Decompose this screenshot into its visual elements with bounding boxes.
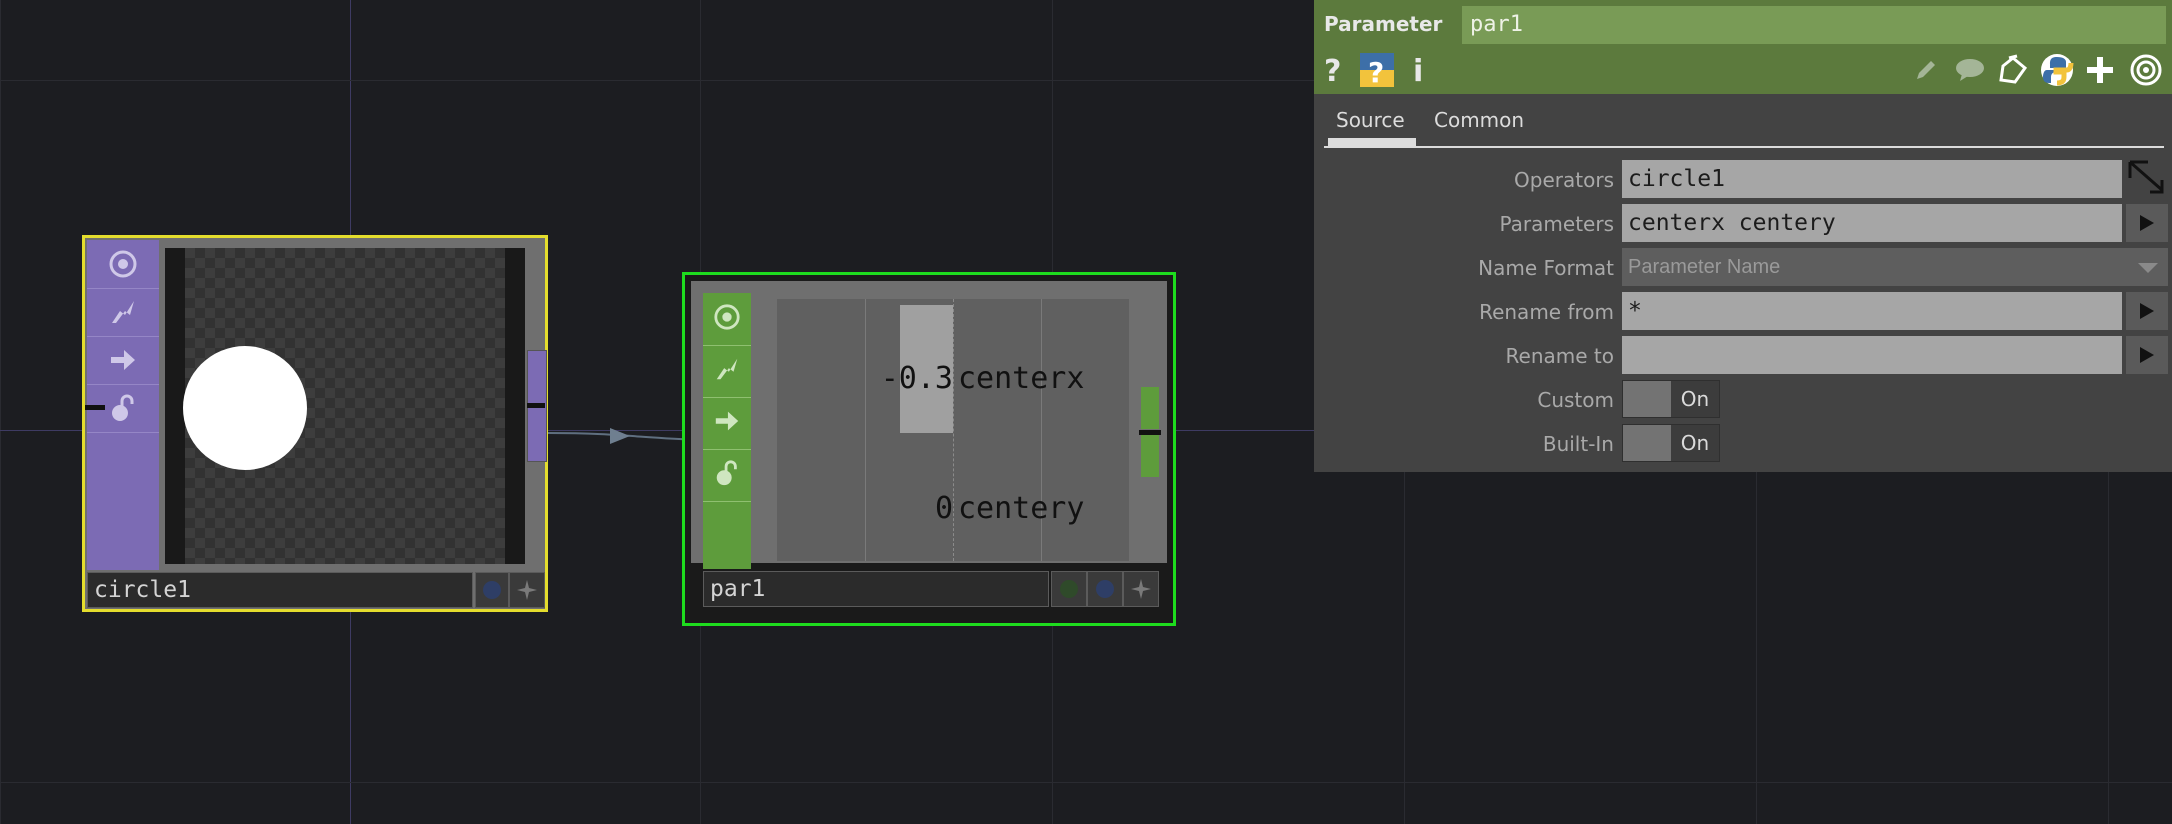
rename-from-field[interactable]: * <box>1622 292 2122 330</box>
svg-text:i: i <box>1413 55 1423 85</box>
panel-header: Parameter par1 ? ? i <box>1314 0 2172 94</box>
viewer-icon[interactable] <box>2126 50 2166 90</box>
tab-source[interactable]: Source <box>1336 108 1405 132</box>
param-label-builtin: Built-In <box>1542 432 1614 456</box>
node-name-label[interactable]: circle1 <box>87 572 473 608</box>
bypass-icon[interactable] <box>703 345 751 393</box>
tab-common[interactable]: Common <box>1434 108 1524 132</box>
lock-icon[interactable] <box>703 449 751 497</box>
param-label-custom: Custom <box>1537 388 1614 412</box>
circle-shape <box>183 346 307 470</box>
bypass-icon[interactable] <box>87 288 159 336</box>
cooking-flag[interactable] <box>509 572 545 608</box>
export-flag[interactable] <box>1051 571 1087 607</box>
output-connector-centerx[interactable] <box>1141 387 1159 429</box>
comment-icon[interactable] <box>1952 50 1988 90</box>
svg-text:?: ? <box>1368 56 1384 88</box>
param-label-name-format: Name Format <box>1478 256 1614 280</box>
tab-underline <box>1324 146 2164 148</box>
python-help-icon[interactable]: ? <box>1358 50 1396 90</box>
active-tab-indicator <box>1328 138 1416 148</box>
viewer-active-flag[interactable] <box>475 572 509 608</box>
parameter-chop-node[interactable]: -0.3 centerx 0 centery par1 <box>682 272 1176 626</box>
node-name-label[interactable]: par1 <box>703 571 1049 607</box>
input-connector-tick <box>85 405 105 410</box>
viewer-toggle-icon[interactable] <box>703 293 751 341</box>
python-icon[interactable] <box>2038 50 2076 90</box>
toggle-state: On <box>1671 381 1719 417</box>
circle-top-node[interactable]: circle1 <box>82 235 548 612</box>
operator-name-field[interactable]: par1 <box>1462 6 2166 44</box>
export-dot-icon <box>1060 580 1078 598</box>
node-button-strip <box>703 293 751 569</box>
param-label-rename-to: Rename to <box>1505 344 1614 368</box>
output-connector-centery[interactable] <box>1141 435 1159 477</box>
channel-value: 0 <box>934 491 953 526</box>
parameters-field[interactable]: centerx centery <box>1622 204 2122 242</box>
display-arrow-icon[interactable] <box>703 397 751 445</box>
rename-to-menu-button[interactable] <box>2126 336 2168 374</box>
cooking-flag[interactable] <box>1123 571 1159 607</box>
chevron-down-icon[interactable] <box>2136 260 2160 280</box>
display-arrow-icon[interactable] <box>87 336 159 384</box>
param-label-operators: Operators <box>1514 168 1614 192</box>
toggle-state: On <box>1671 425 1719 461</box>
sparkle-icon <box>517 580 537 600</box>
play-arrow-icon <box>2140 347 2154 363</box>
viewer-active-dot-icon <box>1096 580 1114 598</box>
svg-text:?: ? <box>1324 55 1341 85</box>
output-connector-tick <box>1139 430 1161 435</box>
viewer-toggle-icon[interactable] <box>87 240 159 288</box>
rename-to-field[interactable] <box>1622 336 2122 374</box>
toggle-knob <box>1623 381 1671 417</box>
play-arrow-icon <box>2140 215 2154 231</box>
custom-toggle[interactable]: On <box>1622 380 1720 418</box>
channel-value: -0.3 <box>880 361 953 396</box>
viewer-active-dot-icon <box>483 581 501 599</box>
name-format-dropdown[interactable]: Parameter Name <box>1622 248 2168 286</box>
pencil-icon[interactable] <box>1910 50 1942 90</box>
viewer-active-flag[interactable] <box>1087 571 1123 607</box>
node-viewer: -0.3 centerx 0 centery <box>777 299 1129 561</box>
help-icon[interactable]: ? <box>1320 50 1346 90</box>
node-viewer <box>165 248 525 564</box>
operator-type-label: Parameter <box>1324 12 1443 36</box>
parameter-panel: Parameter par1 ? ? i Source Common Opera… <box>1314 0 2172 472</box>
builtin-toggle[interactable]: On <box>1622 424 1720 462</box>
play-arrow-icon <box>2140 303 2154 319</box>
rename-from-menu-button[interactable] <box>2126 292 2168 330</box>
operators-field[interactable]: circle1 <box>1622 160 2122 198</box>
param-label-rename-from: Rename from <box>1479 300 1614 324</box>
drag-link-icon[interactable] <box>2126 158 2168 198</box>
param-label-parameters: Parameters <box>1499 212 1614 236</box>
sparkle-icon <box>1131 579 1151 599</box>
output-connector-tick <box>527 403 545 408</box>
clone-icon[interactable] <box>1994 50 2032 90</box>
parameters-menu-button[interactable] <box>2126 204 2168 242</box>
toggle-knob <box>1623 425 1671 461</box>
add-icon[interactable] <box>2082 50 2118 90</box>
info-icon[interactable]: i <box>1406 50 1430 90</box>
channel-name: centerx <box>958 361 1085 396</box>
channel-name: centery <box>958 491 1085 526</box>
